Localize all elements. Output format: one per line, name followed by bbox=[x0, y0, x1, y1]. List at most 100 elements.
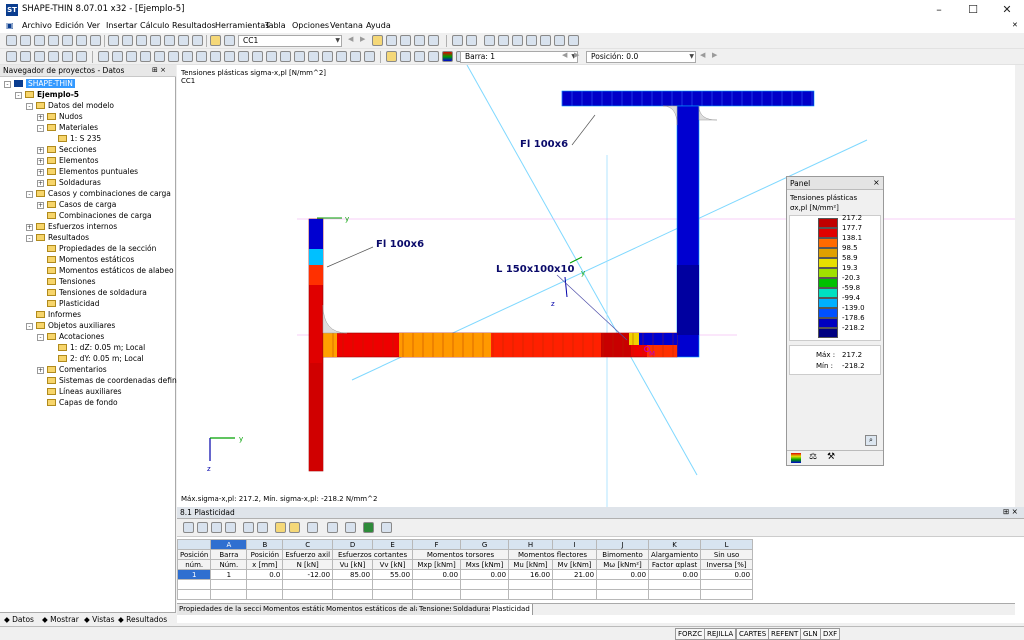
collapse-icon[interactable]: - bbox=[4, 81, 11, 88]
table-cell[interactable] bbox=[246, 579, 284, 590]
tree-item[interactable]: Propiedades de la sección bbox=[37, 243, 156, 254]
table-cell[interactable] bbox=[460, 579, 510, 590]
previous-arrow-icon[interactable]: ◀ bbox=[562, 51, 567, 59]
next-arrow-icon[interactable]: ▶ bbox=[712, 51, 717, 59]
table-cell[interactable] bbox=[246, 589, 284, 600]
paste-icon[interactable] bbox=[164, 35, 175, 46]
text-icon[interactable] bbox=[76, 51, 87, 62]
expand-icon[interactable]: + bbox=[37, 114, 44, 121]
next-arrow-icon[interactable]: ▶ bbox=[360, 35, 365, 43]
zoom-window-icon[interactable] bbox=[512, 35, 523, 46]
previous-table-icon[interactable] bbox=[243, 522, 254, 533]
table-cell[interactable] bbox=[332, 589, 374, 600]
line-icon[interactable] bbox=[20, 51, 31, 62]
tree-item[interactable]: - Materiales bbox=[37, 122, 98, 133]
table-cell[interactable] bbox=[596, 589, 650, 600]
section-icon[interactable] bbox=[414, 35, 425, 46]
minimize-button[interactable]: – bbox=[922, 0, 956, 20]
save-icon[interactable] bbox=[48, 35, 59, 46]
hole-icon[interactable] bbox=[322, 51, 333, 62]
column-letter[interactable]: G bbox=[460, 539, 510, 550]
table-cell[interactable] bbox=[210, 589, 248, 600]
select-icon[interactable] bbox=[98, 51, 109, 62]
stiffener-icon[interactable] bbox=[294, 51, 305, 62]
sheet-tab[interactable]: Propiedades de la sección bbox=[177, 604, 273, 615]
tree-item[interactable]: - Acotaciones bbox=[37, 331, 104, 342]
tree-item[interactable]: Líneas auxiliares bbox=[37, 386, 122, 397]
table-cell[interactable] bbox=[176, 579, 212, 590]
collapse-icon[interactable]: - bbox=[37, 125, 44, 132]
top-view-icon[interactable] bbox=[554, 35, 565, 46]
zoom-icon[interactable]: ⌕ bbox=[865, 435, 877, 446]
rotate-icon[interactable] bbox=[484, 35, 495, 46]
table-row[interactable]: 1 1 0.0 -12.00 85.00 55.00 0.00 0.00 16.00 21.00 0… bbox=[176, 569, 754, 580]
node-icon[interactable] bbox=[6, 51, 17, 62]
filter-icon[interactable] bbox=[327, 522, 338, 533]
table-cell[interactable] bbox=[648, 589, 702, 600]
tree-item[interactable]: + Esfuerzos internos bbox=[26, 221, 117, 232]
table-cell[interactable] bbox=[372, 589, 414, 600]
column-letter[interactable]: E bbox=[372, 539, 414, 550]
undo-icon[interactable] bbox=[108, 35, 119, 46]
print-icon[interactable] bbox=[62, 35, 73, 46]
collapse-icon[interactable]: - bbox=[26, 323, 33, 330]
table-cell[interactable]: -12.00 bbox=[282, 569, 334, 580]
connect-icon[interactable] bbox=[238, 51, 249, 62]
menu-resultados[interactable]: Resultados bbox=[172, 21, 216, 30]
table-settings-icon[interactable] bbox=[225, 522, 236, 533]
open-project-icon[interactable] bbox=[34, 35, 45, 46]
tab-vistas[interactable]: ◆ Vistas bbox=[84, 615, 115, 624]
report-icon[interactable] bbox=[90, 35, 101, 46]
collapse-icon[interactable]: - bbox=[26, 191, 33, 198]
table-cell[interactable] bbox=[596, 579, 650, 590]
sheet-tab[interactable]: Soldaduras bbox=[451, 604, 496, 615]
guide-line-icon[interactable] bbox=[154, 51, 165, 62]
calculate-icon[interactable] bbox=[210, 35, 221, 46]
tree-item[interactable]: Capas de fondo bbox=[37, 397, 118, 408]
menu-ayuda[interactable]: Ayuda bbox=[366, 21, 391, 30]
select-in-graphics-icon[interactable] bbox=[307, 522, 318, 533]
menu-opciones[interactable]: Opciones bbox=[292, 21, 329, 30]
element-icon[interactable] bbox=[280, 51, 291, 62]
filter-icon[interactable]: ⚖ bbox=[809, 452, 817, 462]
i-section-icon[interactable] bbox=[62, 51, 73, 62]
mdi-close-icon[interactable]: ✕ bbox=[1012, 21, 1018, 29]
table-cell[interactable]: 0.00 bbox=[412, 569, 462, 580]
graph-icon[interactable] bbox=[289, 522, 300, 533]
tree-item[interactable]: - Ejemplo-5 bbox=[15, 89, 79, 100]
column-letter[interactable]: D bbox=[332, 539, 374, 550]
tree-item[interactable]: + Elementos puntuales bbox=[37, 166, 138, 177]
tree-item[interactable]: 2: dY: 0.05 m; Local bbox=[48, 353, 144, 364]
tree-item[interactable]: - Resultados bbox=[26, 232, 89, 243]
table-cell[interactable] bbox=[460, 589, 510, 600]
next-table-icon[interactable] bbox=[257, 522, 268, 533]
table-row[interactable] bbox=[176, 579, 754, 590]
display-icon[interactable] bbox=[386, 51, 397, 62]
column-letter[interactable]: L bbox=[700, 539, 754, 550]
bar-select[interactable]: Barra: 1 ▼ bbox=[460, 51, 578, 63]
status-toggle[interactable]: REJILLA bbox=[704, 628, 737, 640]
position-select[interactable]: Posición: 0.0 ▼ bbox=[586, 51, 696, 63]
redo-icon[interactable] bbox=[122, 35, 133, 46]
clipboard-icon[interactable] bbox=[178, 35, 189, 46]
background-icon[interactable] bbox=[364, 51, 375, 62]
table-cell[interactable]: 85.00 bbox=[332, 569, 374, 580]
menu-insertar[interactable]: Insertar bbox=[106, 21, 137, 30]
status-toggle[interactable]: DXF bbox=[820, 628, 841, 640]
table-cell[interactable] bbox=[700, 579, 754, 590]
table-cell[interactable] bbox=[332, 579, 374, 590]
expand-icon[interactable]: + bbox=[37, 147, 44, 154]
expand-icon[interactable]: + bbox=[37, 158, 44, 165]
tree-item[interactable]: - SHAPE-THIN bbox=[4, 78, 75, 89]
copy-icon[interactable] bbox=[150, 35, 161, 46]
table-cell[interactable]: 0.00 bbox=[700, 569, 754, 580]
menu-archivo[interactable]: Archivo bbox=[22, 21, 52, 30]
color-scale-icon[interactable] bbox=[791, 453, 801, 463]
column-letter[interactable]: B bbox=[246, 539, 284, 550]
column-letter[interactable]: F bbox=[412, 539, 462, 550]
table-row[interactable] bbox=[176, 589, 754, 600]
transparency-icon[interactable] bbox=[414, 51, 425, 62]
print-preview-icon[interactable] bbox=[76, 35, 87, 46]
tree-item[interactable]: Informes bbox=[26, 309, 81, 320]
tab-datos[interactable]: ◆ Datos bbox=[4, 615, 34, 624]
